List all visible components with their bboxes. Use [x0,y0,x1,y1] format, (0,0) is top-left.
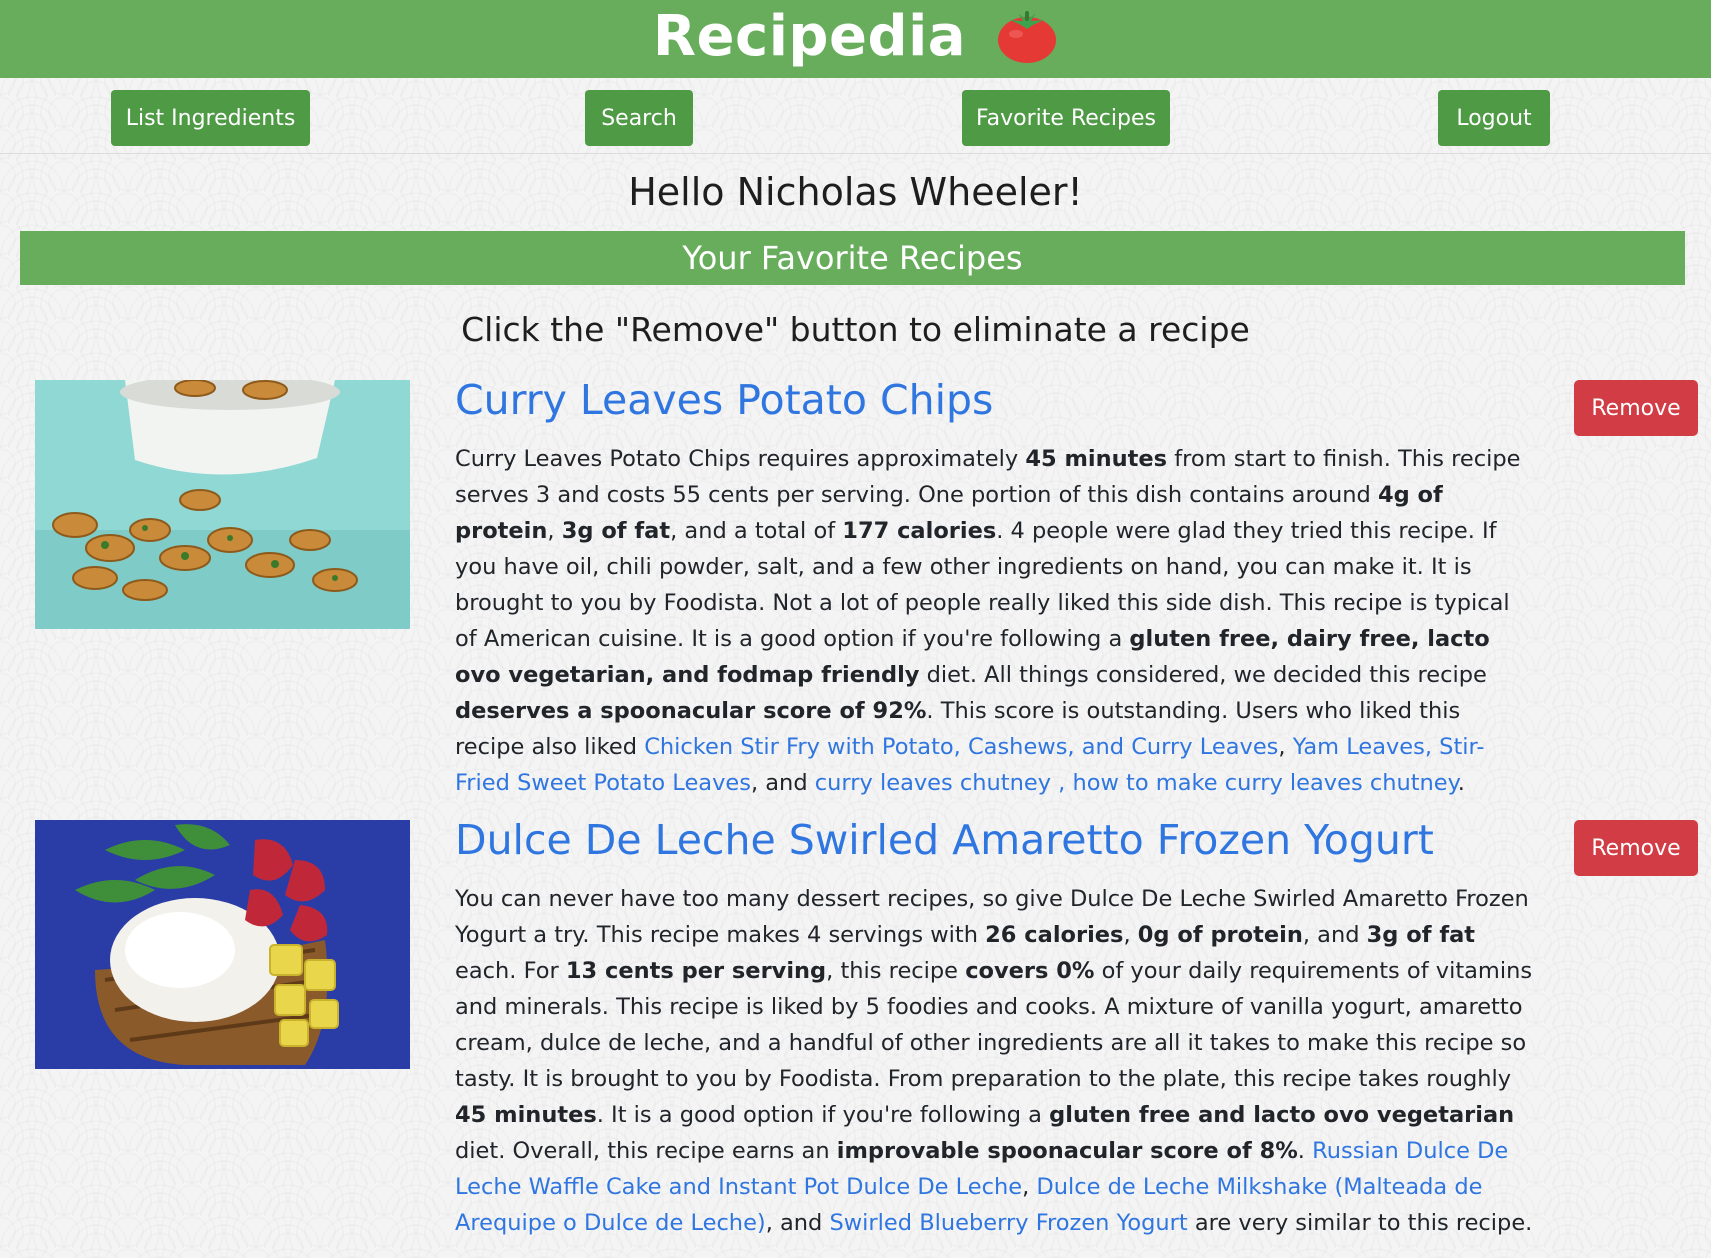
instruction-text: Click the "Remove" button to eliminate a… [461,310,1250,349]
recipe-text: are very similar to this recipe. [1187,1210,1533,1236]
recipe-text: , and [1302,922,1367,948]
recipe-text: , and [750,770,815,796]
recipe-text: diet. Overall, this recipe earns an [455,1138,837,1164]
recipe-highlight: deserves a spoonacular score of 92% [455,698,927,724]
main-nav: List Ingredients Search Favorite Recipes… [0,90,1711,146]
section-title: Your Favorite Recipes [20,231,1685,285]
recipe-highlight: 13 cents per serving [565,958,827,984]
nav-divider [0,153,1711,154]
favorite-recipes-button[interactable]: Favorite Recipes [962,90,1170,146]
brand-title: Recipedia [652,3,967,69]
recipe-text: . [1297,1138,1313,1164]
similar-recipe-link[interactable]: Chicken Stir Fry with Potato, Cashews, a… [644,734,1278,760]
recipe-text: , this recipe [826,958,966,984]
recipe-text: . It is a good option if you're followin… [596,1102,1050,1128]
logout-button[interactable]: Logout [1438,90,1550,146]
recipe-text: each. For [455,958,566,984]
recipe-text: , [1123,922,1138,948]
recipe-description: You can never have too many dessert reci… [455,881,1535,1241]
recipe-highlight: 3g of fat [1366,922,1476,948]
recipe-highlight: 3g of fat [561,518,671,544]
potato-chips-photo[interactable] [35,380,410,629]
remove-button[interactable]: Remove [1574,820,1698,876]
tomato-icon [996,8,1058,68]
recipe-text: , and a total of [670,518,843,544]
remove-button[interactable]: Remove [1574,380,1698,436]
similar-recipe-link[interactable]: curry leaves chutney , how to make curry… [815,770,1458,796]
greeting: Hello Nicholas Wheeler! [628,170,1083,214]
recipe-text: , [547,518,562,544]
app-header: Recipedia [0,0,1711,78]
recipe-highlight: 45 minutes [1025,446,1168,472]
recipe-text: . [1457,770,1465,796]
recipe-title[interactable]: Dulce De Leche Swirled Amaretto Frozen Y… [455,816,1434,864]
recipe-highlight: covers 0% [965,958,1095,984]
recipe-highlight: improvable spoonacular score of 8% [836,1138,1298,1164]
frozen-yogurt-photo[interactable] [35,820,410,1069]
recipe-text: diet. All things considered, we decided … [919,662,1487,688]
recipe-title[interactable]: Curry Leaves Potato Chips [455,376,993,424]
recipe-text: Curry Leaves Potato Chips requires appro… [455,446,1026,472]
recipe-highlight: gluten free and lacto ovo vegetarian [1049,1102,1515,1128]
recipe-highlight: 177 calories [842,518,997,544]
similar-recipe-link[interactable]: Swirled Blueberry Frozen Yogurt [830,1210,1188,1236]
recipe-highlight: 0g of protein [1137,922,1303,948]
recipe-highlight: 26 calories [985,922,1124,948]
recipe-description: Curry Leaves Potato Chips requires appro… [455,441,1535,801]
recipe-text: , [1022,1174,1037,1200]
recipe-text: , and [765,1210,830,1236]
search-button[interactable]: Search [585,90,693,146]
recipe-highlight: 45 minutes [455,1102,597,1128]
list-ingredients-button[interactable]: List Ingredients [111,90,310,146]
recipe-text: , [1278,734,1293,760]
